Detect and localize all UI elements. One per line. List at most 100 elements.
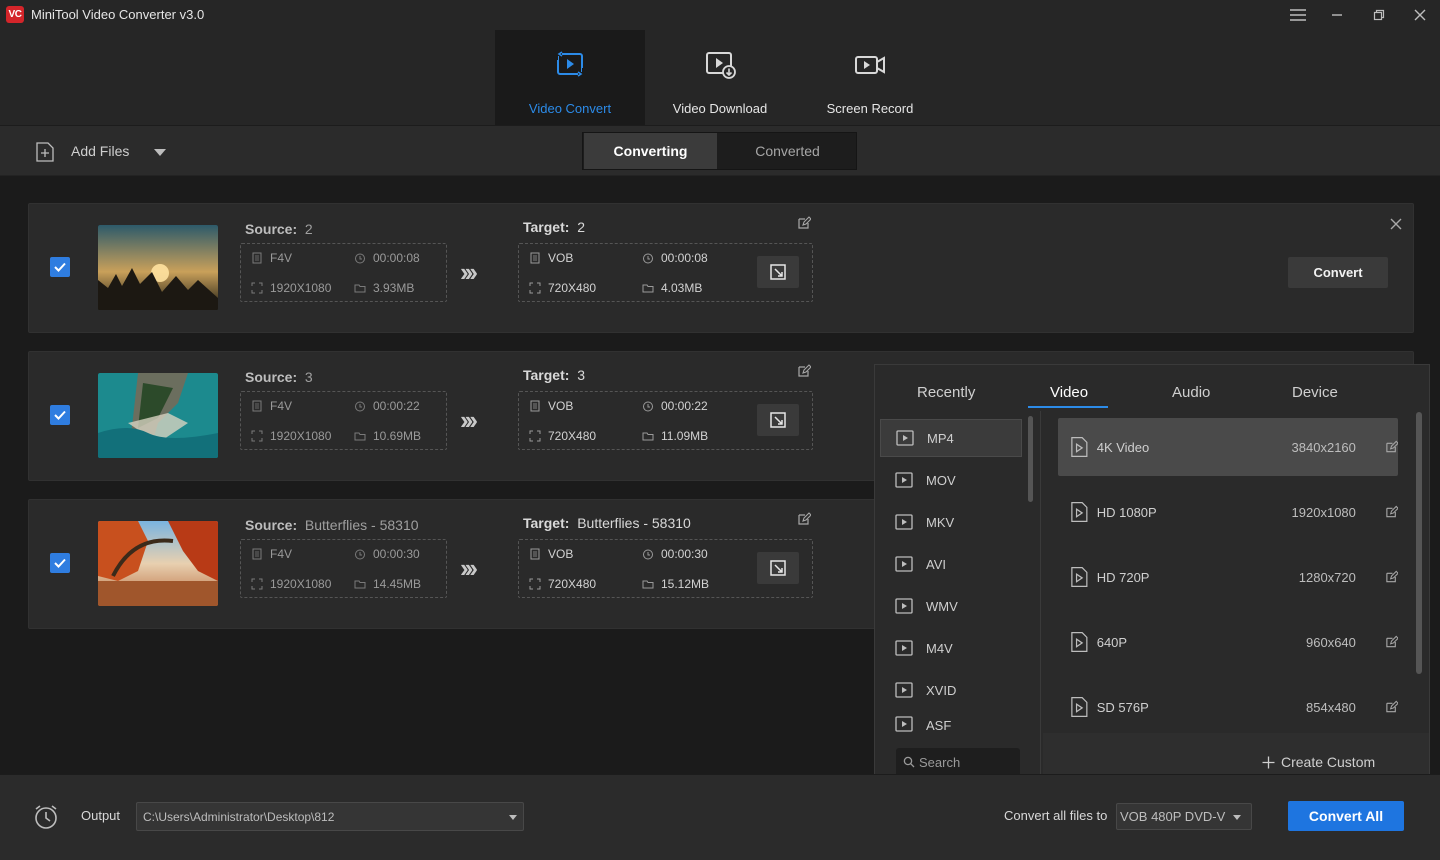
video-convert-label: Video Convert xyxy=(528,101,612,116)
video-download-module[interactable]: Video Download xyxy=(645,30,795,125)
restore-icon[interactable] xyxy=(1367,4,1391,26)
check-icon xyxy=(54,410,66,420)
clock-icon xyxy=(643,401,653,412)
preset-resolution: 960x640 xyxy=(1306,634,1356,650)
target-name: Target: 2 xyxy=(523,219,585,235)
source-duration: 00:00:22 xyxy=(354,399,420,413)
source-format: F4V xyxy=(251,399,292,413)
format-item[interactable]: MP4 xyxy=(880,419,1022,457)
edit-target-icon[interactable] xyxy=(797,364,811,378)
edit-target-icon[interactable] xyxy=(797,216,811,230)
target-size: 15.12MB xyxy=(642,577,709,591)
video-thumbnail[interactable] xyxy=(98,373,218,458)
video-thumbnail[interactable] xyxy=(98,521,218,606)
video-file-icon xyxy=(1071,632,1088,652)
edit-preset-icon[interactable] xyxy=(1385,635,1398,649)
active-tab-indicator xyxy=(1028,406,1108,408)
preset-item[interactable]: 640P 960x640 xyxy=(1058,613,1398,671)
format-item[interactable]: XVID xyxy=(880,671,1022,709)
menu-icon[interactable] xyxy=(1286,4,1310,26)
video-convert-icon xyxy=(554,51,586,77)
format-search-input[interactable]: Search xyxy=(896,748,1020,776)
video-thumbnail[interactable] xyxy=(98,225,218,310)
format-item[interactable]: MKV xyxy=(880,503,1022,541)
convert-all-to-value: VOB 480P DVD-V xyxy=(1120,809,1226,824)
schedule-alarm-icon[interactable] xyxy=(33,803,59,831)
video-file-icon xyxy=(1071,697,1088,717)
preset-item[interactable]: HD 1080P 1920x1080 xyxy=(1058,483,1398,541)
target-settings-button[interactable] xyxy=(757,256,799,288)
format-item[interactable]: WMV xyxy=(880,587,1022,625)
resolution-icon xyxy=(251,430,263,442)
convert-all-to-select[interactable]: VOB 480P DVD-V xyxy=(1116,803,1252,830)
minimize-icon[interactable] xyxy=(1325,4,1349,26)
file-checkbox[interactable] xyxy=(50,553,70,573)
edit-target-icon[interactable] xyxy=(797,512,811,526)
target-format: VOB xyxy=(529,399,573,413)
target-settings-icon xyxy=(770,264,786,280)
tab-converted[interactable]: Converted xyxy=(720,133,855,169)
folder-icon xyxy=(642,432,654,441)
file-format-icon xyxy=(252,400,262,412)
edit-preset-icon[interactable] xyxy=(1385,440,1398,454)
preset-name: SD 576P xyxy=(1096,699,1149,715)
format-item[interactable]: AVI xyxy=(880,545,1022,583)
convert-all-button[interactable]: Convert All xyxy=(1288,801,1404,831)
convert-button[interactable]: Convert xyxy=(1288,257,1388,288)
edit-preset-icon[interactable] xyxy=(1385,570,1398,584)
remove-file-icon[interactable] xyxy=(1389,217,1403,231)
source-name: Source: 3 xyxy=(245,369,313,385)
check-icon xyxy=(54,262,66,272)
add-files-icon[interactable] xyxy=(33,141,55,163)
target-settings-button[interactable] xyxy=(757,404,799,436)
preset-resolution: 3840x2160 xyxy=(1291,439,1356,455)
file-format-icon xyxy=(530,252,540,264)
target-settings-button[interactable] xyxy=(757,552,799,584)
close-icon[interactable] xyxy=(1408,4,1432,26)
clock-icon xyxy=(355,253,365,264)
tab-audio[interactable]: Audio xyxy=(1172,384,1210,401)
format-label: M4V xyxy=(926,640,953,656)
edit-preset-icon[interactable] xyxy=(1385,700,1398,714)
clock-icon xyxy=(355,401,365,412)
preset-list-scrollbar[interactable] xyxy=(1416,412,1422,674)
video-download-label: Video Download xyxy=(672,101,768,116)
preset-item[interactable]: SD 576P 854x480 xyxy=(1058,678,1398,736)
convert-arrows-icon: ››› xyxy=(460,553,478,583)
target-resolution: 720X480 xyxy=(529,281,596,295)
source-format: F4V xyxy=(251,251,292,265)
format-item[interactable]: ASF xyxy=(880,713,1022,733)
video-file-icon xyxy=(1071,567,1088,587)
tab-video[interactable]: Video xyxy=(1050,384,1088,401)
output-path-value: C:\Users\Administrator\Desktop\812 xyxy=(143,809,335,824)
tab-converting[interactable]: Converting xyxy=(584,133,717,169)
preset-resolution: 1280x720 xyxy=(1298,569,1356,585)
tab-recently[interactable]: Recently xyxy=(917,384,975,401)
target-size: 4.03MB xyxy=(642,281,702,295)
add-files-button[interactable]: Add Files xyxy=(71,143,129,159)
preset-name: HD 1080P xyxy=(1096,504,1157,520)
add-files-dropdown-icon[interactable] xyxy=(154,147,166,157)
source-size: 3.93MB xyxy=(354,281,414,295)
file-checkbox[interactable] xyxy=(50,257,70,277)
video-file-icon xyxy=(1071,502,1088,522)
output-path-select[interactable]: C:\Users\Administrator\Desktop\812 xyxy=(136,802,524,831)
folder-icon xyxy=(642,284,654,293)
format-list-scrollbar[interactable] xyxy=(1028,416,1033,502)
format-item[interactable]: MOV xyxy=(880,461,1022,499)
video-file-icon xyxy=(895,640,913,656)
chevron-down-icon xyxy=(509,815,517,820)
edit-preset-icon[interactable] xyxy=(1385,505,1398,519)
tab-device[interactable]: Device xyxy=(1292,384,1338,401)
video-convert-module[interactable]: Video Convert xyxy=(495,30,645,125)
preset-item[interactable]: HD 720P 1280x720 xyxy=(1058,548,1398,606)
plus-icon xyxy=(1262,756,1275,768)
format-label: MOV xyxy=(926,472,956,488)
format-item[interactable]: M4V xyxy=(880,629,1022,667)
screen-record-module[interactable]: Screen Record xyxy=(795,30,945,125)
preset-item[interactable]: 4K Video 3840x2160 xyxy=(1058,418,1398,476)
create-custom-button[interactable]: Create Custom xyxy=(1262,754,1375,770)
format-label: MP4 xyxy=(927,430,954,446)
preset-resolution: 1920x1080 xyxy=(1291,504,1356,520)
file-checkbox[interactable] xyxy=(50,405,70,425)
